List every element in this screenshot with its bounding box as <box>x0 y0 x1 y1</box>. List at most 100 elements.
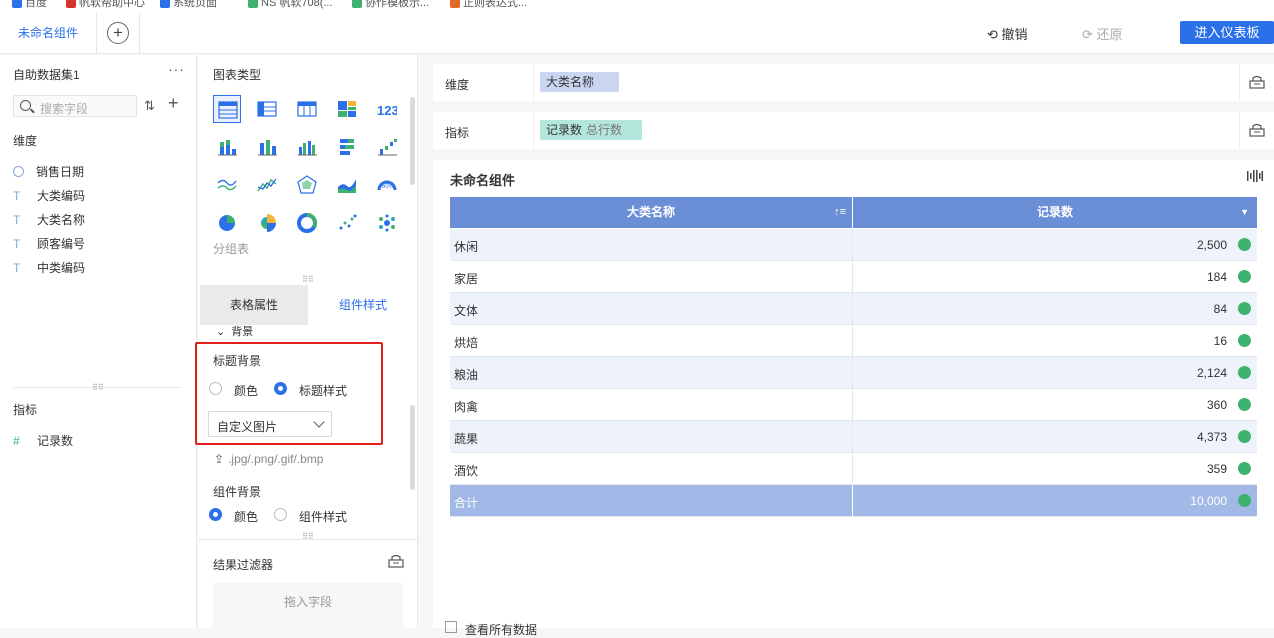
table-row[interactable]: 肉禽 360 <box>450 389 1257 421</box>
table-row[interactable]: 家居 184 <box>450 261 1257 293</box>
metric-shelf: 指标 记录数 总行数 <box>433 112 1274 149</box>
record-count-cell: 16 <box>1213 334 1227 348</box>
background-image-select[interactable]: 自定义图片 <box>208 411 332 437</box>
radio-title-bg-color-label: 颜色 <box>234 384 259 398</box>
line-chart-icon[interactable] <box>253 171 281 199</box>
table-total-row: 合计 10,000 <box>450 485 1257 517</box>
chart-type-scrollbar[interactable] <box>410 97 415 185</box>
radio-title-bg-color[interactable] <box>209 382 222 395</box>
bookmark-item[interactable]: 协作模板示... <box>352 0 429 10</box>
status-dot-icon <box>1238 398 1251 411</box>
tab-table-attributes[interactable]: 表格属性 <box>200 285 308 325</box>
category-cell: 家居 <box>454 272 479 286</box>
donut-chart-icon[interactable] <box>293 209 321 237</box>
table-row[interactable]: 文体 84 <box>450 293 1257 325</box>
scatter-column-icon[interactable] <box>373 133 401 161</box>
field-label: 大类名称 <box>37 213 86 227</box>
multi-line-icon[interactable] <box>213 171 241 199</box>
dropdown-triangle-icon[interactable]: ▼ <box>1240 197 1249 228</box>
column-header-record-count[interactable]: 记录数 ▼ <box>853 197 1257 228</box>
background-section-header[interactable]: ⌄ 背景 <box>216 323 253 339</box>
table-row[interactable]: 休闲 2,500 <box>450 229 1257 261</box>
bookmark-item[interactable]: 帆软帮助中心 <box>66 0 145 10</box>
table-row[interactable]: 蔬果 4,373 <box>450 421 1257 453</box>
bubble-chart-icon[interactable] <box>373 209 401 237</box>
dimension-pill[interactable]: 大类名称 <box>540 72 619 92</box>
bookmark-item[interactable]: 系统页面 <box>160 0 217 10</box>
field-dimension-item[interactable]: T 大类名称 <box>13 211 85 228</box>
bookmark-item[interactable]: 百度 <box>12 0 47 10</box>
record-count-cell: 2,124 <box>1196 366 1227 380</box>
tab-component-style[interactable]: 组件样式 <box>308 285 418 325</box>
field-label: 顾客编号 <box>37 237 86 251</box>
total-label: 合计 <box>454 496 479 510</box>
table-row[interactable]: 粮油 2,124 <box>450 357 1257 389</box>
field-metric-record-count[interactable]: # 记录数 <box>13 432 73 449</box>
cell-divider <box>852 325 853 357</box>
shelf-divider <box>533 64 534 101</box>
lock-icon[interactable] <box>1249 123 1265 140</box>
metric-pill[interactable]: 记录数 总行数 <box>540 120 642 140</box>
sort-icon[interactable]: ↑≡ <box>834 197 846 228</box>
stacked-bar-icon[interactable] <box>333 133 361 161</box>
bookmark-item[interactable]: 正则表达式... <box>450 0 527 10</box>
redo-button[interactable]: ⟳ 还原 <box>1082 24 1123 43</box>
svg-text:123: 123 <box>377 103 397 118</box>
kpi-number-icon[interactable]: 123 <box>373 95 401 123</box>
chevron-down-icon <box>313 416 325 428</box>
shelf-divider <box>1239 64 1240 101</box>
column-header-category[interactable]: 大类名称 ↑≡ <box>450 197 852 228</box>
upload-image-button[interactable]: ⇪ .jpg/.png/.gif/.bmp <box>214 452 323 466</box>
dataset-title[interactable]: 自助数据集1 <box>13 66 80 83</box>
bookmark-item[interactable]: NS 帆软708(... <box>248 0 333 10</box>
sort-fields-icon[interactable]: ⇅ <box>144 98 155 114</box>
lock-icon[interactable] <box>1249 75 1265 92</box>
radio-title-bg-style[interactable] <box>274 382 287 395</box>
filter-drop-zone[interactable]: 拖入字段 <box>213 583 403 633</box>
area-chart-icon[interactable] <box>333 171 361 199</box>
component-title[interactable]: 未命名组件 <box>450 170 515 189</box>
column-header-label: 大类名称 <box>626 205 675 219</box>
dot-chart-icon[interactable] <box>333 209 361 237</box>
field-dimension-item[interactable]: 销售日期 <box>13 163 84 180</box>
more-icon[interactable]: ··· <box>168 61 185 77</box>
upload-hint: .jpg/.png/.gif/.bmp <box>228 452 324 466</box>
table-row[interactable]: 烘焙 16 <box>450 325 1257 357</box>
record-count-cell: 84 <box>1213 302 1227 316</box>
resize-handle[interactable]: ⠿⠿ <box>302 275 314 284</box>
pie-chart-icon[interactable] <box>213 209 241 237</box>
tab-divider <box>139 12 140 54</box>
bookmark-icon <box>450 0 460 9</box>
tab-unnamed-component[interactable]: 未命名组件 <box>0 12 97 54</box>
add-field-icon[interactable]: + <box>168 93 179 114</box>
treemap-icon[interactable] <box>333 95 361 123</box>
filter-divider <box>198 539 418 540</box>
field-dimension-item[interactable]: T 顾客编号 <box>13 235 85 252</box>
table-chart-icon[interactable] <box>213 95 241 123</box>
detail-table-icon[interactable] <box>293 95 321 123</box>
field-dimension-item[interactable]: T 中类编码 <box>13 259 85 276</box>
column-chart-icon[interactable] <box>253 133 281 161</box>
radio-component-bg-style[interactable] <box>274 508 287 521</box>
field-dimension-item[interactable]: T 大类编码 <box>13 187 85 204</box>
style-scrollbar[interactable] <box>410 405 415 490</box>
stacked-column-icon[interactable] <box>213 133 241 161</box>
radio-component-bg-color[interactable] <box>209 508 222 521</box>
rose-chart-icon[interactable] <box>253 209 281 237</box>
enter-dashboard-button[interactable]: 进入仪表板 <box>1180 21 1274 44</box>
undo-button[interactable]: ⟲ 撤销 <box>987 24 1028 43</box>
crosstab-chart-icon[interactable] <box>253 95 281 123</box>
cell-divider <box>852 485 853 517</box>
upload-icon: ⇪ <box>214 452 225 466</box>
table-row[interactable]: 酒饮 359 <box>450 453 1257 485</box>
record-count-cell: 184 <box>1206 270 1227 284</box>
lock-icon[interactable] <box>388 554 404 571</box>
field-label: 销售日期 <box>36 165 85 179</box>
radar-chart-icon[interactable] <box>293 171 321 199</box>
view-all-data-checkbox[interactable] <box>445 621 457 633</box>
grouped-column-icon[interactable] <box>293 133 321 161</box>
barcode-icon[interactable] <box>1247 170 1263 185</box>
search-input[interactable]: 搜索字段 <box>13 95 137 117</box>
gauge-chart-icon[interactable]: 60% <box>373 171 401 199</box>
add-tab-button[interactable]: + <box>107 22 129 44</box>
